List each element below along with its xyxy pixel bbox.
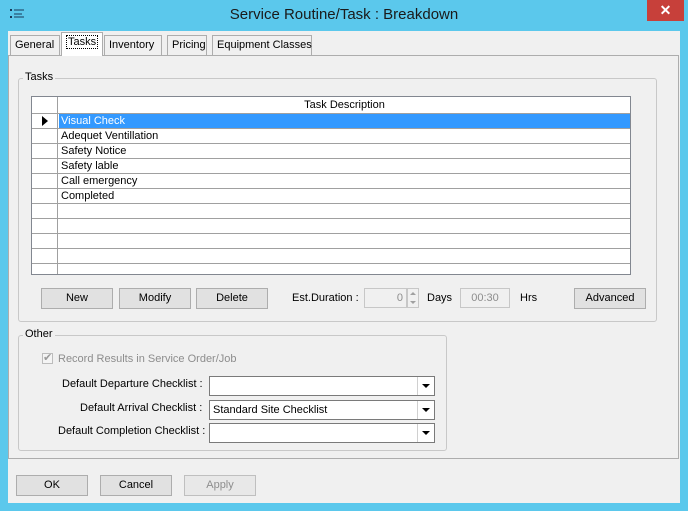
departure-checklist-select[interactable] <box>209 376 435 396</box>
days-spinner[interactable] <box>407 288 419 308</box>
days-input[interactable]: 0 <box>364 288 407 308</box>
table-row[interactable]: Completed <box>32 189 630 204</box>
chevron-down-icon[interactable] <box>417 424 434 442</box>
delete-task-button[interactable]: Delete <box>196 288 268 309</box>
arrival-checklist-label: Default Arrival Checklist : <box>80 402 203 414</box>
task-description-column-header[interactable]: Task Description <box>59 97 630 114</box>
task-description-cell[interactable] <box>59 219 630 233</box>
task-description-cell[interactable]: Call emergency <box>59 174 630 188</box>
tab-equipment-classes[interactable]: Equipment Classes <box>212 35 312 55</box>
table-row[interactable] <box>32 249 630 264</box>
tasks-group-label: Tasks <box>23 71 56 83</box>
chevron-down-icon[interactable] <box>417 377 434 395</box>
task-description-cell[interactable]: Safety Notice <box>59 144 630 158</box>
new-task-button[interactable]: New <box>41 288 113 309</box>
task-description-cell[interactable]: Visual Check <box>59 114 630 128</box>
arrival-checklist-value: Standard Site Checklist <box>213 404 328 416</box>
table-row[interactable]: Adequet Ventillation <box>32 129 630 144</box>
advanced-button[interactable]: Advanced <box>574 288 646 309</box>
tab-inventory[interactable]: Inventory <box>104 35 162 55</box>
dialog-client-area: General Tasks Inventory Pricing Equipmen… <box>8 31 680 503</box>
departure-checklist-label: Default Departure Checklist : <box>62 378 203 390</box>
task-description-cell[interactable]: Completed <box>59 189 630 203</box>
checkmark-icon: ✔ <box>43 352 53 364</box>
table-row[interactable]: Visual Check <box>32 114 630 129</box>
row-header <box>32 204 58 218</box>
current-row-arrow-icon <box>42 116 48 126</box>
row-header <box>32 159 58 173</box>
completion-checklist-select[interactable] <box>209 423 435 443</box>
other-group-label: Other <box>23 328 55 340</box>
task-description-cell[interactable]: Safety lable <box>59 159 630 173</box>
hours-label: Hrs <box>520 292 538 304</box>
grid-header: Task Description <box>32 97 630 114</box>
est-duration-label: Est.Duration : <box>292 292 359 304</box>
row-header <box>32 189 58 203</box>
tasks-grid[interactable]: Task Description Visual Check Adequet Ve… <box>31 96 631 275</box>
close-icon: ✕ <box>659 2 672 18</box>
tasks-tab-panel: Tasks Task Description Visual Check Adeq… <box>8 55 679 459</box>
close-button[interactable]: ✕ <box>647 0 684 21</box>
tab-tasks[interactable]: Tasks <box>61 32 103 56</box>
days-label: Days <box>427 292 453 304</box>
chevron-down-icon[interactable] <box>417 401 434 419</box>
spin-up-icon <box>410 292 416 295</box>
window-title: Service Routine/Task : Breakdown <box>229 6 459 23</box>
row-header <box>32 249 58 263</box>
task-description-cell[interactable] <box>59 204 630 218</box>
ok-button[interactable]: OK <box>16 475 88 496</box>
tab-pricing[interactable]: Pricing <box>167 35 207 55</box>
title-bar[interactable]: Service Routine/Task : Breakdown ✕ <box>0 0 688 31</box>
record-results-label: Record Results in Service Order/Job <box>58 353 237 365</box>
table-row[interactable]: Safety lable <box>32 159 630 174</box>
table-row[interactable] <box>32 234 630 249</box>
tab-general[interactable]: General <box>10 35 60 55</box>
row-header <box>32 129 58 143</box>
modify-task-button[interactable]: Modify <box>119 288 191 309</box>
arrival-checklist-select[interactable]: Standard Site Checklist <box>209 400 435 420</box>
table-row[interactable] <box>32 219 630 234</box>
task-description-cell[interactable]: Adequet Ventillation <box>59 129 630 143</box>
completion-checklist-label: Default Completion Checklist : <box>58 425 206 437</box>
apply-button[interactable]: Apply <box>184 475 256 496</box>
row-header <box>32 234 58 248</box>
task-description-cell[interactable] <box>59 249 630 263</box>
record-results-checkbox[interactable]: ✔ <box>42 352 53 364</box>
row-header <box>32 174 58 188</box>
table-row[interactable] <box>32 204 630 219</box>
dialog-window: Service Routine/Task : Breakdown ✕ Gener… <box>0 0 688 511</box>
row-header <box>32 219 58 233</box>
row-header <box>32 144 58 158</box>
table-row[interactable]: Call emergency <box>32 174 630 189</box>
table-row[interactable]: Safety Notice <box>32 144 630 159</box>
hours-input[interactable]: 00:30 <box>460 288 510 308</box>
task-description-cell[interactable] <box>59 234 630 248</box>
cancel-button[interactable]: Cancel <box>100 475 172 496</box>
row-header <box>32 114 58 128</box>
spin-down-icon <box>410 301 416 304</box>
